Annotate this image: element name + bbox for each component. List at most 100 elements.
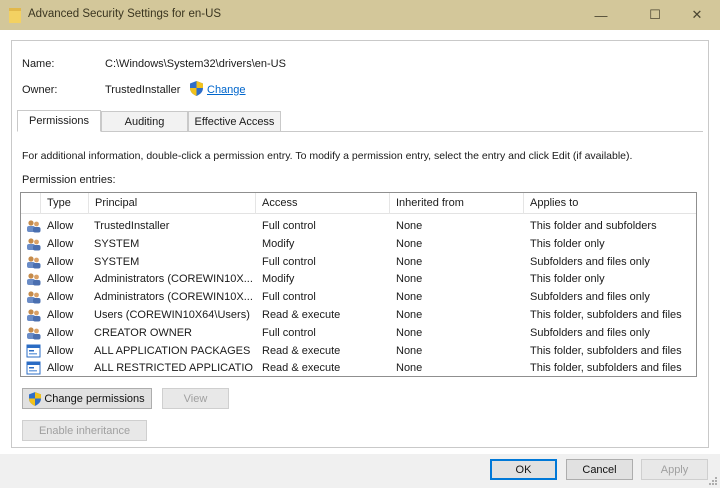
view-button[interactable]: View: [162, 388, 229, 409]
title-bar[interactable]: Advanced Security Settings for en-US — ☐…: [0, 0, 720, 30]
table-row[interactable]: Allow Users (COREWIN10X64\Users) Read & ex…: [21, 306, 696, 324]
cell-inherited-from: None: [396, 344, 423, 357]
change-owner-link[interactable]: Change: [207, 84, 246, 96]
users-icon: [26, 237, 41, 251]
cell-inherited-from: None: [396, 220, 423, 232]
permission-entries-list[interactable]: Type Principal Access Inherited from App…: [20, 192, 697, 377]
cell-principal: ALL RESTRICTED APPLICATIO...: [94, 362, 254, 375]
close-button[interactable]: ✕: [674, 0, 720, 30]
cell-applies-to: Subfolders and files only: [530, 291, 650, 304]
cell-principal: Administrators (COREWIN10X...: [94, 273, 253, 286]
column-header-principal[interactable]: Principal: [89, 193, 256, 214]
resize-grip-icon[interactable]: [708, 476, 718, 486]
cell-type: Allow: [47, 291, 74, 304]
cell-principal: Users (COREWIN10X64\Users): [94, 309, 250, 321]
package-icon: [26, 361, 41, 375]
maximize-button[interactable]: ☐: [632, 0, 678, 30]
cell-type: Allow: [47, 220, 74, 232]
cell-inherited-from: None: [396, 309, 423, 321]
owner-value: TrustedInstaller: [105, 84, 181, 96]
table-row[interactable]: Allow SYSTEM Modify None This folder only: [21, 235, 696, 253]
list-header: Type Principal Access Inherited from App…: [21, 193, 696, 214]
cell-applies-to: This folder only: [530, 273, 605, 286]
column-header-access[interactable]: Access: [256, 193, 390, 214]
maximize-icon: ☐: [649, 7, 661, 22]
change-permissions-button[interactable]: Change permissions: [22, 388, 152, 409]
info-text: For additional information, double-click…: [22, 150, 633, 162]
cell-applies-to: Subfolders and files only: [530, 255, 650, 268]
table-row[interactable]: Allow TrustedInstaller Full control None Thi…: [21, 217, 696, 235]
ok-button[interactable]: OK: [490, 459, 557, 480]
cell-principal: TrustedInstaller: [94, 220, 170, 232]
minimize-icon: —: [594, 7, 608, 23]
permission-entries-label: Permission entries:: [22, 174, 116, 186]
cell-type: Allow: [47, 309, 74, 321]
cell-access: Modify: [262, 273, 295, 286]
cell-applies-to: This folder, subfolders and files: [530, 362, 682, 375]
enable-inheritance-button[interactable]: Enable inheritance: [22, 420, 147, 441]
cancel-button[interactable]: Cancel: [566, 459, 633, 480]
tab-permissions[interactable]: Permissions: [17, 110, 101, 132]
cell-applies-to: This folder only: [530, 237, 605, 250]
table-row[interactable]: Allow SYSTEM Full control None Subfolders an…: [21, 253, 696, 271]
cell-applies-to: This folder and subfolders: [530, 220, 657, 232]
column-header-type[interactable]: Type: [41, 193, 89, 214]
cell-access: Read & execute: [262, 309, 341, 321]
cell-principal: CREATOR OWNER: [94, 326, 192, 339]
cell-access: Full control: [262, 291, 316, 304]
cell-access: Modify: [262, 237, 295, 250]
table-row[interactable]: Allow Administrators (COREWIN10X... Full c…: [21, 288, 696, 306]
column-header-inherited-from[interactable]: Inherited from: [390, 193, 524, 214]
cell-access: Full control: [262, 220, 316, 232]
apply-button[interactable]: Apply: [641, 459, 708, 480]
cell-inherited-from: None: [396, 291, 423, 304]
users-icon: [26, 308, 41, 322]
uac-shield-icon: [29, 391, 42, 406]
table-row[interactable]: Allow ALL RESTRICTED APPLICATIO... Read & …: [21, 359, 696, 376]
owner-label: Owner:: [22, 84, 58, 96]
minimize-button[interactable]: —: [578, 0, 624, 30]
uac-shield-icon: [190, 81, 203, 96]
cell-type: Allow: [47, 326, 74, 339]
cell-inherited-from: None: [396, 273, 423, 286]
cell-access: Full control: [262, 326, 316, 339]
users-icon: [26, 326, 41, 340]
cell-applies-to: This folder, subfolders and files: [530, 344, 682, 357]
cell-type: Allow: [47, 362, 74, 375]
cell-inherited-from: None: [396, 237, 423, 250]
package-icon: [26, 344, 41, 358]
cell-inherited-from: None: [396, 326, 423, 339]
cell-type: Allow: [47, 237, 74, 250]
cell-principal: SYSTEM: [94, 237, 140, 250]
name-value: C:\Windows\System32\drivers\en-US: [105, 58, 286, 70]
table-row[interactable]: Allow Administrators (COREWIN10X... Modify…: [21, 270, 696, 288]
folder-icon: [9, 8, 21, 23]
tab-effective-access[interactable]: Effective Access: [188, 111, 281, 132]
users-icon: [26, 272, 41, 286]
cell-inherited-from: None: [396, 362, 423, 375]
cell-type: Allow: [47, 273, 74, 286]
column-header-applies-to[interactable]: Applies to: [524, 193, 696, 214]
name-label: Name:: [22, 58, 55, 70]
cell-principal: ALL APPLICATION PACKAGES: [94, 344, 251, 357]
users-icon: [26, 219, 41, 233]
users-icon: [26, 290, 41, 304]
cell-principal: SYSTEM: [94, 255, 140, 268]
change-permissions-label: Change permissions: [44, 392, 145, 405]
cell-type: Allow: [47, 344, 74, 357]
column-header-icon[interactable]: [21, 193, 41, 214]
table-row[interactable]: Allow CREATOR OWNER Full control None Subfol…: [21, 324, 696, 342]
users-icon: [26, 255, 41, 269]
cell-applies-to: This folder, subfolders and files: [530, 309, 682, 321]
window-title: Advanced Security Settings for en-US: [28, 8, 222, 20]
cell-inherited-from: None: [396, 255, 423, 268]
table-row[interactable]: Allow ALL APPLICATION PACKAGES Read & exec…: [21, 342, 696, 360]
cell-access: Read & execute: [262, 344, 341, 357]
cell-applies-to: Subfolders and files only: [530, 326, 650, 339]
close-icon: ✕: [691, 7, 703, 22]
cell-access: Read & execute: [262, 362, 341, 375]
cell-principal: Administrators (COREWIN10X...: [94, 291, 253, 304]
cell-type: Allow: [47, 255, 74, 268]
cell-access: Full control: [262, 255, 316, 268]
tab-auditing[interactable]: Auditing: [101, 111, 188, 132]
